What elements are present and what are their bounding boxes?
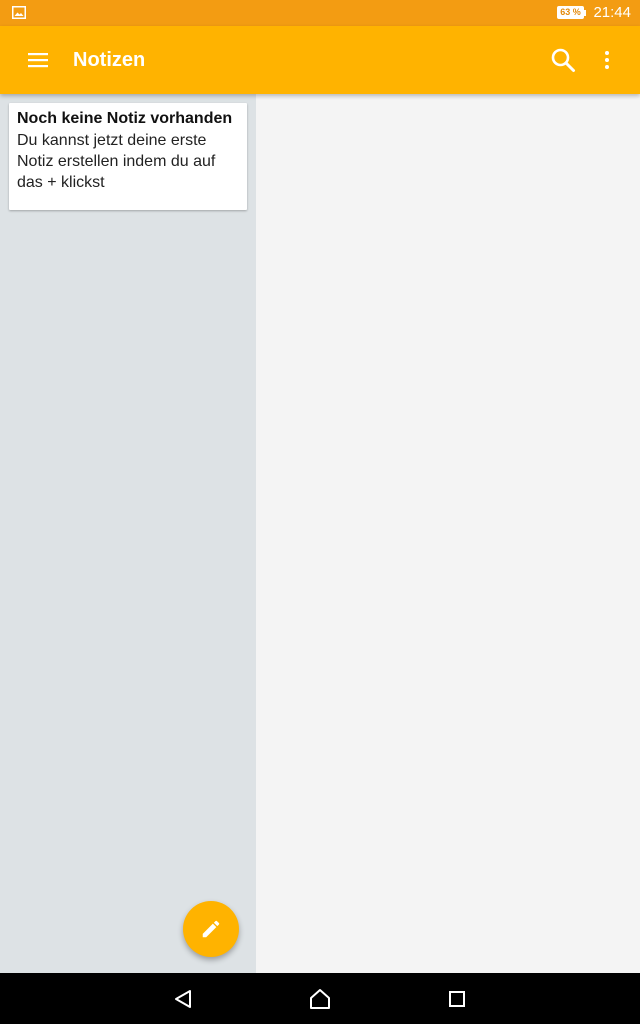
note-detail-pane [256, 94, 640, 973]
battery-level: 63 % [557, 6, 584, 19]
new-note-button[interactable] [183, 901, 239, 957]
battery-cap [584, 9, 586, 16]
navigation-bar [0, 973, 640, 1024]
note-card[interactable]: Noch keine Notiz vorhanden Du kannst jet… [9, 103, 247, 210]
note-body: Du kannst jetzt deine erste Notiz erstel… [17, 132, 216, 191]
menu-button[interactable] [14, 36, 62, 84]
pencil-icon [202, 920, 220, 938]
battery-indicator: 63 % [557, 6, 587, 19]
recents-button[interactable] [427, 973, 487, 1024]
back-button[interactable] [153, 973, 213, 1024]
home-icon [310, 988, 330, 1009]
more-vert-icon [605, 51, 609, 69]
note-title: Noch keine Notiz vorhanden [17, 110, 233, 127]
image-notification-icon [12, 6, 26, 19]
status-bar: 63 % 21:44 [0, 0, 640, 26]
search-icon [551, 48, 575, 72]
app-bar: Notizen [0, 26, 640, 94]
home-button[interactable] [290, 973, 350, 1024]
back-triangle-icon [175, 989, 191, 1008]
status-clock: 21:44 [593, 4, 631, 21]
notes-list[interactable]: Noch keine Notiz vorhanden Du kannst jet… [0, 94, 256, 973]
hamburger-menu-icon [28, 53, 48, 68]
more-options-button[interactable] [587, 36, 627, 84]
search-button[interactable] [539, 36, 587, 84]
page-title: Notizen [73, 49, 146, 71]
recents-square-icon [449, 990, 465, 1007]
